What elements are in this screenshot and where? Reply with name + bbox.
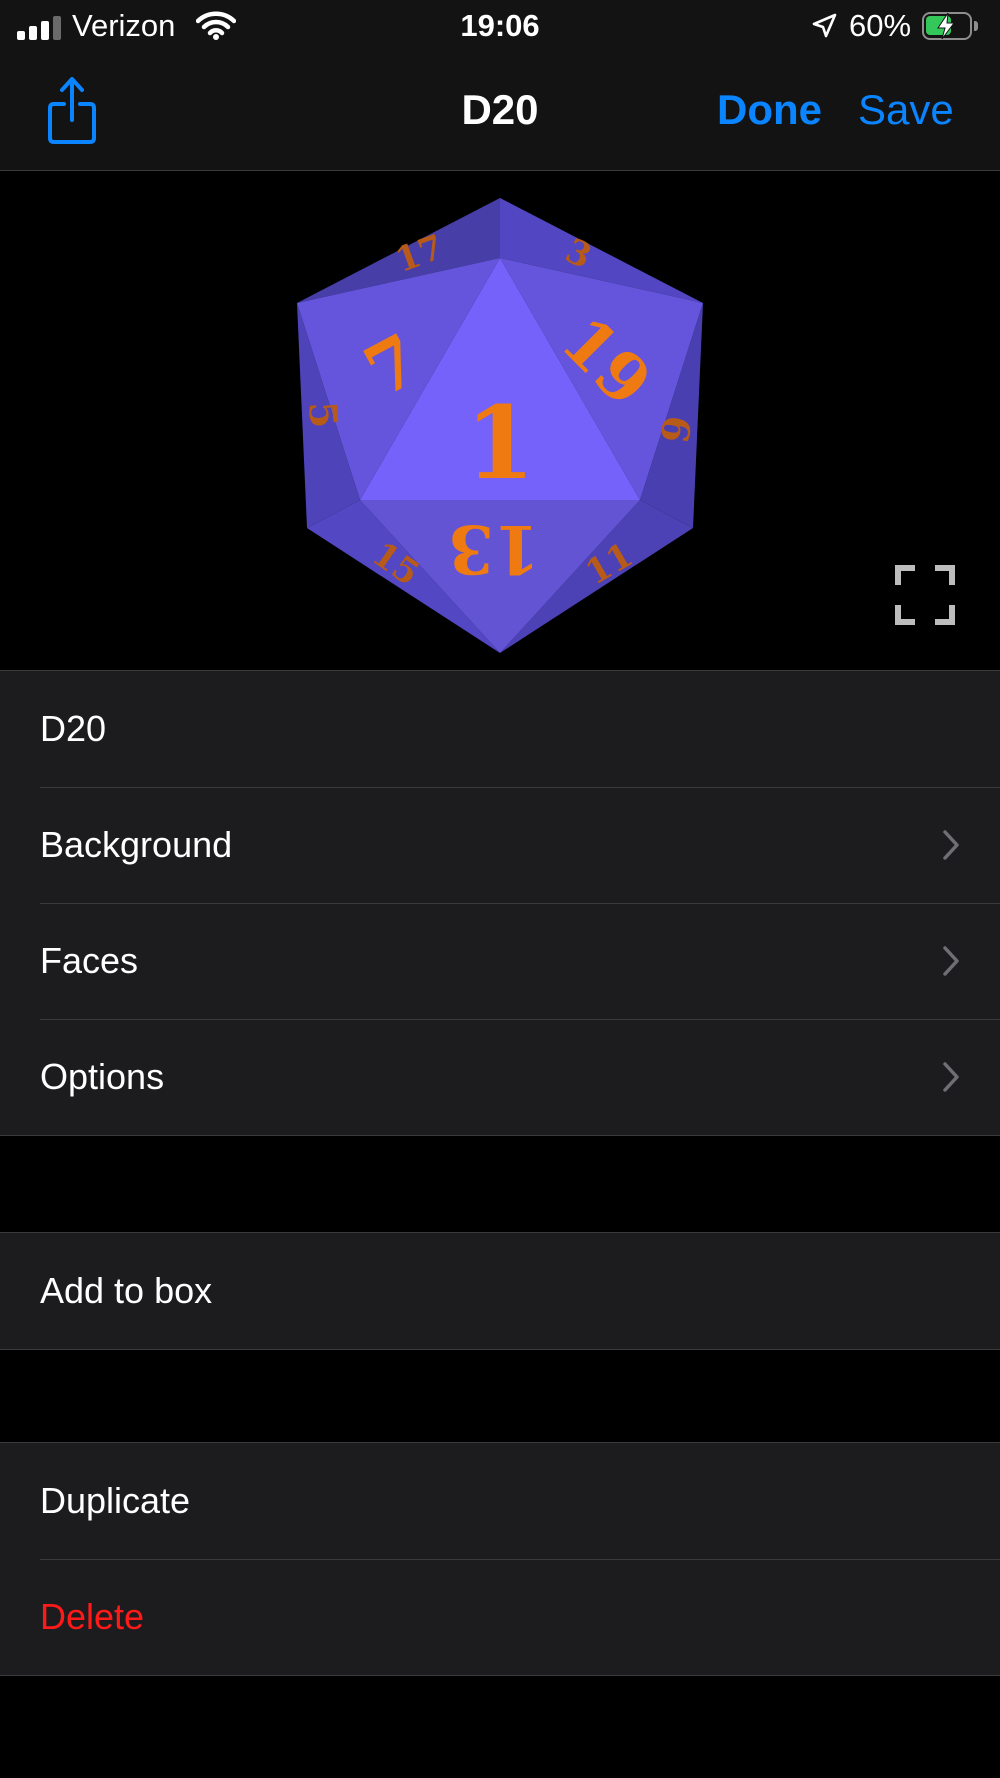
battery-percentage: 60% xyxy=(849,8,912,43)
battery-nub xyxy=(974,21,978,31)
page-title: D20 xyxy=(461,86,539,133)
name-row-label: D20 xyxy=(40,708,107,749)
face-number-front: 1 xyxy=(465,384,535,502)
settings-group: D20 Background Faces Options xyxy=(0,670,1000,1136)
charging-bolt-icon xyxy=(937,12,955,40)
d20-die-render[interactable]: 1 7 19 13 17 3 5 9 15 11 xyxy=(0,171,1000,670)
delete-label: Delete xyxy=(40,1596,145,1637)
duplicate-row[interactable]: Duplicate xyxy=(0,1443,1000,1559)
dice-preview[interactable]: 1 7 19 13 17 3 5 9 15 11 xyxy=(0,171,1000,670)
box-group: Add to box xyxy=(0,1232,1000,1350)
options-label: Options xyxy=(40,1056,165,1097)
name-row[interactable]: D20 xyxy=(0,671,1000,787)
chevron-right-icon xyxy=(943,1062,959,1092)
duplicate-label: Duplicate xyxy=(40,1480,191,1521)
location-arrow-icon xyxy=(812,13,837,38)
background-row[interactable]: Background xyxy=(0,787,1000,903)
faces-label: Faces xyxy=(40,940,139,981)
add-to-box-row[interactable]: Add to box xyxy=(0,1233,1000,1349)
face-number-lower: 13 xyxy=(448,510,540,588)
chevron-right-icon xyxy=(943,830,959,860)
options-row[interactable]: Options xyxy=(0,1019,1000,1135)
save-button[interactable]: Save xyxy=(858,86,954,134)
expand-icon[interactable] xyxy=(895,565,955,625)
add-to-box-label: Add to box xyxy=(40,1270,213,1311)
face-number-left: 5 xyxy=(300,400,347,430)
chevron-right-icon xyxy=(943,946,959,976)
faces-row[interactable]: Faces xyxy=(0,903,1000,1019)
background-label: Background xyxy=(40,824,233,865)
actions-group: Duplicate Delete xyxy=(0,1442,1000,1676)
delete-row[interactable]: Delete xyxy=(0,1559,1000,1675)
done-button[interactable]: Done xyxy=(717,86,822,134)
